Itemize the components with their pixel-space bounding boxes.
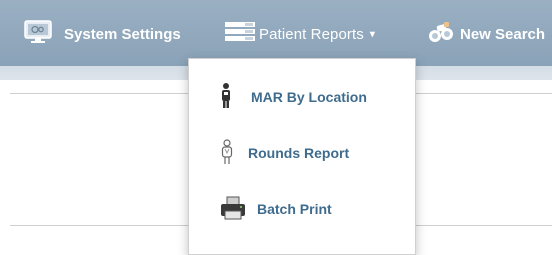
person-outline-icon <box>219 138 235 168</box>
chevron-down-icon: ▾ <box>369 28 375 40</box>
report-list-icon <box>225 21 255 47</box>
monitor-settings-icon <box>24 20 52 48</box>
nav-label: Patient Reports <box>259 25 364 43</box>
menu-item-label: Batch Print <box>257 201 332 217</box>
menu-item-batch-print[interactable]: Batch Print <box>219 196 332 222</box>
menu-item-label: Rounds Report <box>248 145 350 161</box>
nav-label: New Search <box>460 25 546 43</box>
printer-icon <box>219 196 247 223</box>
binoculars-icon <box>428 21 454 47</box>
nav-label: System Settings <box>64 25 181 43</box>
menu-item-mar-by-location[interactable]: MAR By Location <box>219 82 367 112</box>
patient-reports-dropdown: MAR By Location Rounds Report Batch Prin… <box>188 58 416 255</box>
nav-system-settings[interactable]: System Settings <box>24 20 181 48</box>
nav-new-search[interactable]: New Search <box>428 22 545 46</box>
nav-patient-reports[interactable]: Patient Reports ▾ <box>225 22 375 46</box>
menu-item-label: MAR By Location <box>251 89 367 105</box>
top-navbar: System Settings Patient Reports ▾ New Se… <box>0 0 552 66</box>
menu-item-rounds-report[interactable]: Rounds Report <box>219 138 350 168</box>
person-location-icon <box>219 82 233 112</box>
